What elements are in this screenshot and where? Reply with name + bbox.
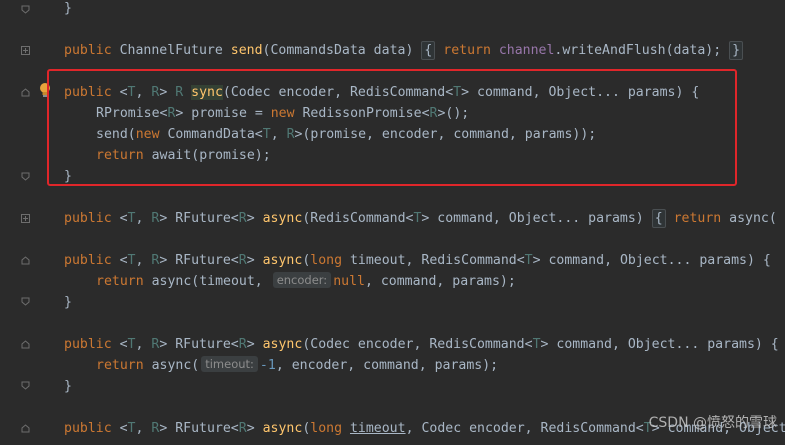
code-line-async-signature-1: public <T, R> RFuture<R> async(RedisComm… bbox=[64, 209, 777, 228]
csdn-watermark: CSDN @愤怒的雪球 bbox=[648, 415, 777, 431]
fold-marker-icon[interactable] bbox=[21, 172, 30, 181]
code-line-async-signature-2: public <T, R> RFuture<R> async(long time… bbox=[64, 253, 771, 268]
folded-brace-open[interactable]: { bbox=[421, 41, 436, 60]
parameter-hint-encoder: encoder: bbox=[272, 272, 332, 288]
parameter-hint-timeout: timeout: bbox=[201, 356, 258, 372]
code-line-closing-brace: } bbox=[64, 379, 72, 394]
fold-marker-icon[interactable] bbox=[21, 214, 30, 223]
code-editor[interactable]: } public ChannelFuture send(CommandsData… bbox=[52, 0, 785, 445]
fold-marker-icon[interactable] bbox=[21, 297, 30, 306]
fold-marker-icon[interactable] bbox=[21, 256, 30, 265]
code-line-async-signature-3: public <T, R> RFuture<R> async(Codec enc… bbox=[64, 337, 779, 352]
folded-brace-close[interactable]: } bbox=[729, 41, 744, 60]
code-line-closing-brace: } bbox=[64, 295, 72, 310]
fold-marker-icon[interactable] bbox=[21, 88, 30, 97]
code-line-return-async-null: return async(timeout, encoder: null, comm… bbox=[96, 272, 516, 289]
fold-marker-icon[interactable] bbox=[21, 381, 30, 390]
fold-marker-icon[interactable] bbox=[21, 340, 30, 349]
code-line-return-async-timeout: return async(timeout: -1, encoder, comman… bbox=[96, 356, 499, 373]
fold-marker-icon[interactable] bbox=[21, 424, 30, 433]
highlight-annotation-box bbox=[47, 69, 737, 186]
folded-brace-open[interactable]: { bbox=[651, 209, 666, 228]
code-line-send-method: public ChannelFuture send(CommandsData d… bbox=[64, 40, 744, 61]
fold-marker-icon[interactable] bbox=[21, 5, 30, 14]
fold-marker-icon[interactable] bbox=[21, 46, 30, 55]
editor-gutter bbox=[0, 0, 52, 445]
code-line-closing-brace: } bbox=[64, 1, 72, 16]
